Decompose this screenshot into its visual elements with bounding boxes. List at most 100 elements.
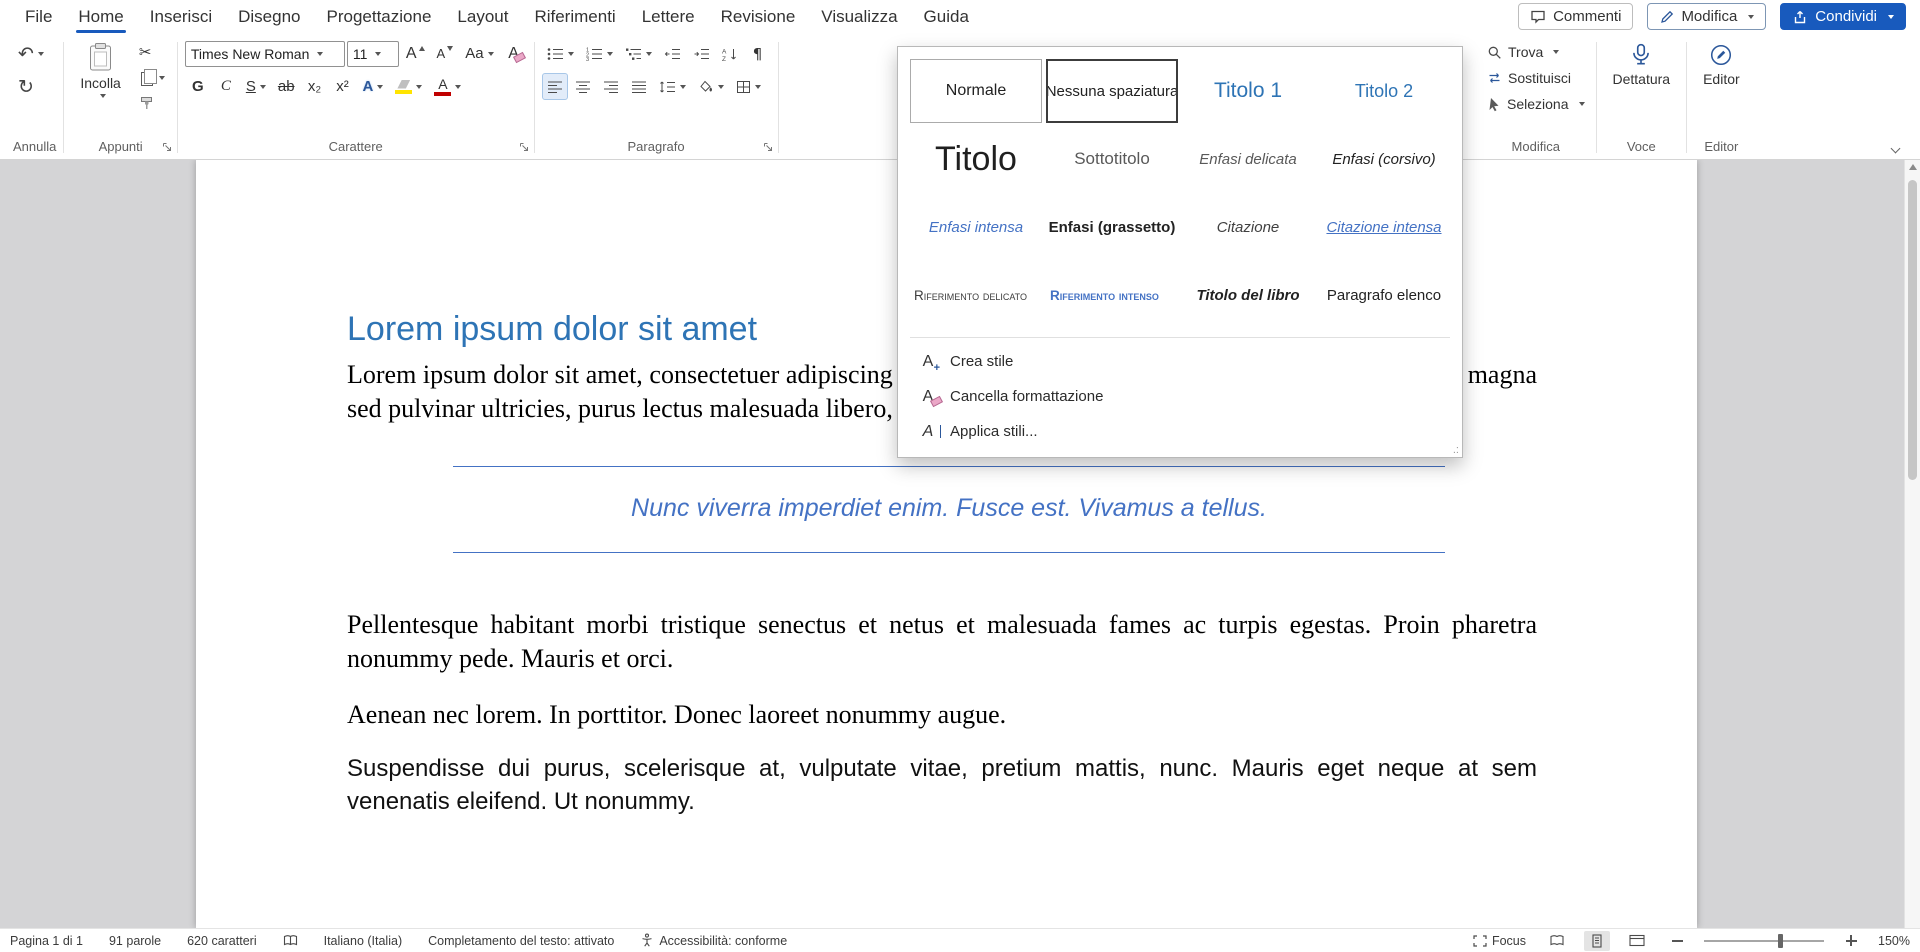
increase-indent-button[interactable] — [688, 40, 715, 67]
clear-formatting-button[interactable]: A — [501, 40, 527, 67]
bullet-list-button[interactable] — [542, 40, 579, 67]
style-item-citazione[interactable]: Citazione — [1182, 195, 1314, 259]
editing-mode-button[interactable]: Modifica — [1647, 3, 1766, 30]
collapse-ribbon-button[interactable] — [1892, 139, 1904, 151]
highlight-color-button[interactable] — [390, 73, 427, 100]
style-item-enfasi-delicata[interactable]: Enfasi delicata — [1182, 127, 1314, 191]
clipboard-dialog-launcher[interactable] — [162, 142, 172, 152]
web-layout-button[interactable] — [1624, 931, 1650, 951]
style-item-enfasi-grassetto[interactable]: Enfasi (grassetto) — [1046, 195, 1178, 259]
style-item-titolo-1[interactable]: Titolo 1 — [1182, 59, 1314, 123]
tab-file[interactable]: File — [12, 0, 65, 34]
tab-home[interactable]: Home — [65, 0, 136, 34]
read-mode-button[interactable] — [1544, 931, 1570, 951]
superscript-button[interactable]: x² — [330, 73, 356, 100]
style-item-titolo-2[interactable]: Titolo 2 — [1318, 59, 1450, 123]
editor-button[interactable]: Editor — [1694, 39, 1749, 90]
zoom-slider-thumb[interactable] — [1778, 934, 1783, 948]
bold-button[interactable]: G — [185, 73, 211, 100]
style-item-enfasi-intensa[interactable]: Enfasi intensa — [910, 195, 1042, 259]
focus-mode-button[interactable]: Focus — [1473, 934, 1526, 948]
find-button[interactable]: Trova — [1483, 39, 1589, 65]
language-status[interactable]: Italiano (Italia) — [324, 934, 403, 948]
zoom-out-button[interactable] — [1664, 931, 1690, 951]
strikethrough-button[interactable]: ab — [273, 73, 300, 100]
resize-grip[interactable]: .: — [1453, 445, 1459, 456]
underline-button[interactable]: S — [241, 73, 271, 100]
justify-button[interactable] — [626, 73, 652, 100]
align-left-button[interactable] — [542, 73, 568, 100]
text-effects-button[interactable]: A — [358, 73, 389, 100]
paste-button[interactable]: Incolla — [71, 39, 129, 101]
apply-styles-menu-item[interactable]: A Applica stili... — [910, 414, 1450, 449]
word-count-status[interactable]: 91 parole — [109, 934, 161, 948]
comments-button[interactable]: Commenti — [1518, 3, 1633, 30]
create-style-menu-item[interactable]: A Crea stile — [910, 344, 1450, 379]
style-item-titolo[interactable]: Titolo — [910, 127, 1042, 191]
share-button[interactable]: Condividi — [1780, 3, 1906, 30]
undo-button[interactable]: ↶ — [13, 40, 49, 67]
tab-inserisci[interactable]: Inserisci — [137, 0, 225, 34]
clear-formatting-menu-item[interactable]: A Cancella formattazione — [910, 379, 1450, 414]
copy-button[interactable] — [134, 65, 170, 90]
proofing-status[interactable] — [283, 934, 298, 947]
multilevel-list-button[interactable] — [620, 40, 657, 67]
borders-button[interactable] — [731, 73, 766, 100]
cut-button[interactable]: ✂ — [134, 39, 170, 64]
grow-font-button[interactable]: A — [401, 40, 430, 67]
align-right-button[interactable] — [598, 73, 624, 100]
zoom-in-button[interactable] — [1838, 931, 1864, 951]
font-dialog-launcher[interactable] — [519, 142, 529, 152]
text-completion-status[interactable]: Completamento del testo: attivato — [428, 934, 614, 948]
accessibility-status[interactable]: Accessibilità: conforme — [640, 933, 787, 948]
document-paragraph[interactable]: Suspendisse dui purus, scelerisque at, v… — [347, 752, 1537, 818]
style-item-citazione-intensa[interactable]: Citazione intensa — [1318, 195, 1450, 259]
tab-guida[interactable]: Guida — [911, 0, 982, 34]
print-layout-button[interactable] — [1584, 931, 1610, 951]
align-center-button[interactable] — [570, 73, 596, 100]
tab-progettazione[interactable]: Progettazione — [314, 0, 445, 34]
style-item-sottotitolo[interactable]: Sottotitolo — [1046, 127, 1178, 191]
tab-revisione[interactable]: Revisione — [708, 0, 809, 34]
style-item-enfasi-corsivo[interactable]: Enfasi (corsivo) — [1318, 127, 1450, 191]
font-name-select[interactable]: Times New Roman — [185, 41, 345, 67]
page-number-status[interactable]: Pagina 1 di 1 — [10, 934, 83, 948]
style-item-riferimento-intenso[interactable]: Riferimento intenso — [1046, 263, 1178, 327]
style-item-nessuna-spaziatura[interactable]: Nessuna spaziatura — [1046, 59, 1178, 123]
font-size-select[interactable]: 11 — [347, 41, 399, 67]
tab-layout[interactable]: Layout — [444, 0, 521, 34]
show-formatting-marks-button[interactable]: ¶ — [745, 40, 771, 67]
sort-button[interactable]: AZ — [717, 40, 743, 67]
shading-button[interactable] — [693, 73, 729, 100]
style-item-riferimento-delicato[interactable]: Riferimento delicato — [910, 263, 1042, 327]
numbered-list-button[interactable]: 123 — [581, 40, 618, 67]
dictate-button[interactable]: Dettatura — [1604, 39, 1680, 90]
subscript-button[interactable]: x₂ — [302, 73, 328, 100]
document-paragraph[interactable]: Aenean nec lorem. In porttitor. Donec la… — [347, 698, 1537, 732]
tab-visualizza[interactable]: Visualizza — [808, 0, 910, 34]
intense-quote[interactable]: Nunc viverra imperdiet enim. Fusce est. … — [453, 466, 1445, 553]
format-painter-button[interactable] — [134, 91, 170, 116]
style-item-paragrafo-elenco[interactable]: Paragrafo elenco — [1318, 263, 1450, 327]
replace-button[interactable]: Sostituisci — [1483, 65, 1589, 91]
style-item-titolo-del-libro[interactable]: Titolo del libro — [1182, 263, 1314, 327]
zoom-level[interactable]: 150% — [1878, 934, 1910, 948]
document-title[interactable]: Lorem ipsum dolor sit amet — [347, 310, 757, 349]
document-paragraph[interactable]: Pellentesque habitant morbi tristique se… — [347, 608, 1537, 676]
tab-lettere[interactable]: Lettere — [629, 0, 708, 34]
zoom-slider[interactable] — [1704, 940, 1824, 942]
char-count-status[interactable]: 620 caratteri — [187, 934, 256, 948]
change-case-button[interactable]: Aa — [460, 40, 498, 67]
tab-riferimenti[interactable]: Riferimenti — [521, 0, 628, 34]
scroll-up-arrow-icon[interactable] — [1909, 164, 1917, 170]
decrease-indent-button[interactable] — [659, 40, 686, 67]
vertical-scrollbar[interactable] — [1904, 160, 1920, 928]
shrink-font-button[interactable]: A — [432, 40, 459, 67]
line-spacing-button[interactable] — [654, 73, 691, 100]
redo-button[interactable]: ↻ — [13, 73, 39, 100]
tab-disegno[interactable]: Disegno — [225, 0, 313, 34]
scrollbar-thumb[interactable] — [1908, 180, 1917, 480]
style-item-normale[interactable]: Normale — [910, 59, 1042, 123]
font-color-button[interactable]: A — [429, 73, 466, 100]
paragraph-dialog-launcher[interactable] — [763, 142, 773, 152]
